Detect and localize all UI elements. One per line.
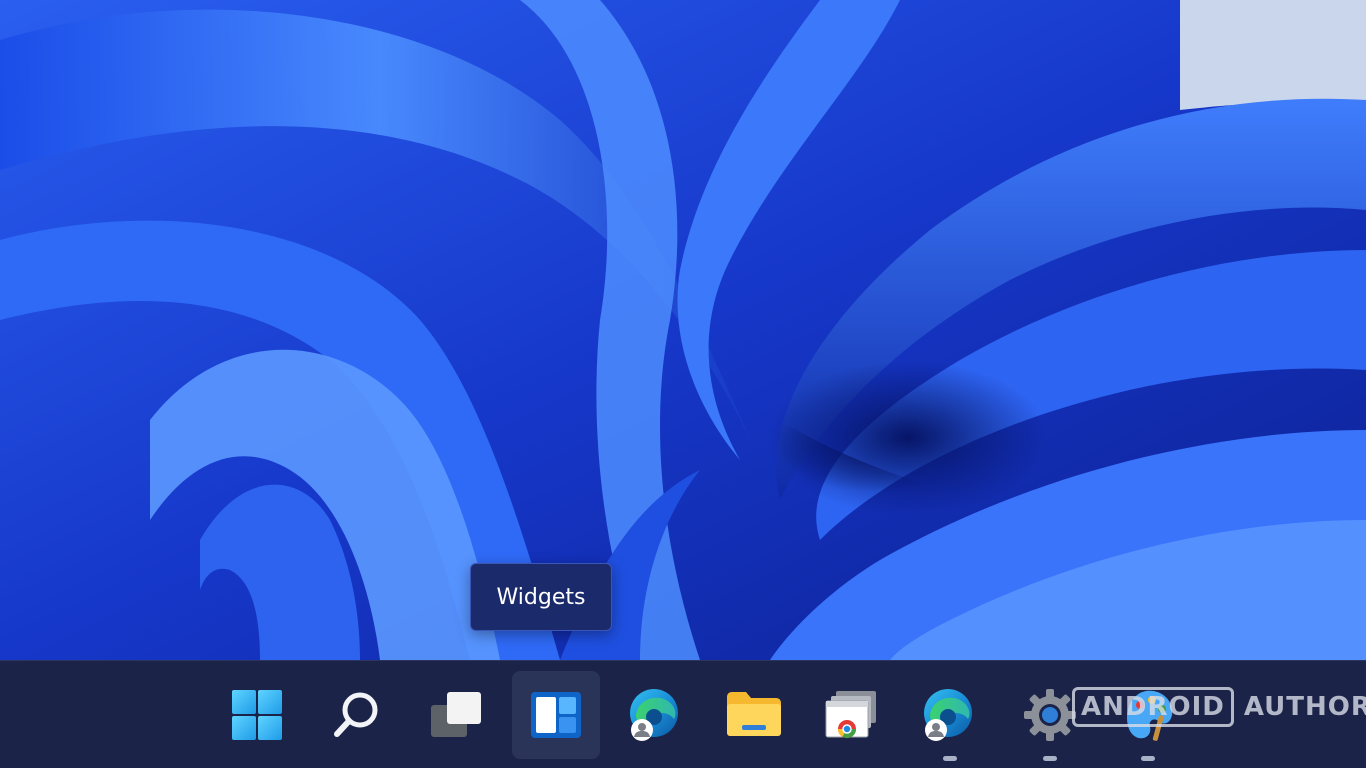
file-explorer-button[interactable] xyxy=(710,671,798,759)
paint-icon xyxy=(1127,690,1173,741)
widgets-icon xyxy=(531,692,581,738)
start-button[interactable] xyxy=(213,671,301,759)
bloom-wallpaper-image xyxy=(0,0,1366,660)
task-view-button[interactable] xyxy=(413,671,501,759)
edge-icon xyxy=(630,689,678,741)
chrome-window-icon xyxy=(825,691,876,739)
gear-icon xyxy=(1024,689,1076,741)
paint-button[interactable] xyxy=(1104,671,1192,761)
running-indicator xyxy=(1141,756,1155,761)
edge-button[interactable] xyxy=(612,671,700,759)
chrome-app-button[interactable] xyxy=(808,671,896,759)
running-indicator xyxy=(943,756,957,761)
settings-button[interactable] xyxy=(1006,671,1094,761)
search-button[interactable] xyxy=(313,671,401,759)
search-icon xyxy=(334,692,378,737)
task-view-icon xyxy=(431,692,481,737)
desktop-wallpaper xyxy=(0,0,1366,660)
widgets-button[interactable] xyxy=(512,671,600,759)
edge-icon xyxy=(924,689,972,741)
folder-icon xyxy=(727,692,781,736)
taskbar xyxy=(0,660,1366,768)
widgets-tooltip: Widgets xyxy=(470,563,612,631)
windows-logo-icon xyxy=(232,690,282,740)
edge-button-2[interactable] xyxy=(906,671,994,761)
running-indicator xyxy=(1043,756,1057,761)
tooltip-label: Widgets xyxy=(496,584,586,610)
